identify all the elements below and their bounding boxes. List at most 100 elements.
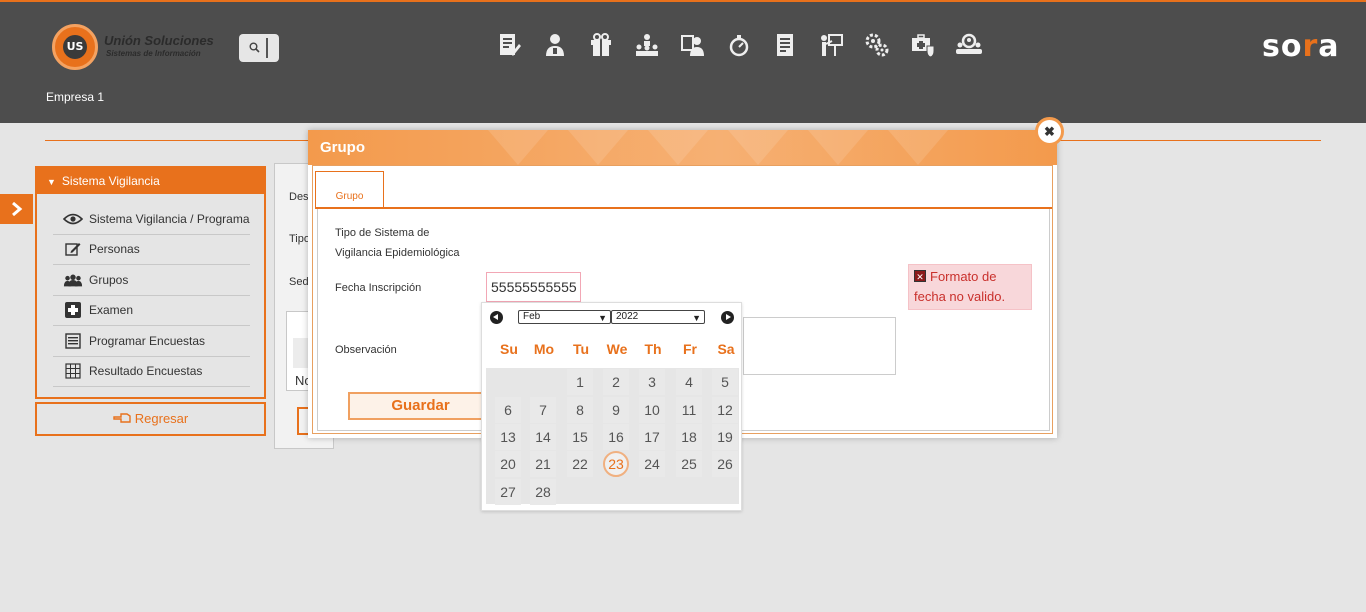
calendar-day[interactable]: 11 <box>676 397 702 423</box>
document-edit-icon[interactable] <box>492 30 526 60</box>
calendar-day[interactable]: 25 <box>676 451 702 477</box>
search-icon <box>249 42 260 53</box>
prev-month-icon[interactable] <box>490 311 503 324</box>
weekday-we: We <box>606 341 628 357</box>
edit-icon <box>63 241 83 257</box>
sidebar-item-label: Programar Encuestas <box>89 333 206 348</box>
back-button-label: Regresar <box>134 411 189 426</box>
tipo-label-line2: Vigilancia Epidemiológica <box>335 247 460 259</box>
header-decoration <box>648 130 708 165</box>
header-decoration <box>568 130 628 165</box>
datepicker: Feb ▼ 2022 ▼ Su Mo Tu We Th Fr Sa 1 2 3 4 5 6 7 8 9 10 11 1… <box>481 302 742 511</box>
top-navbar: US Unión Soluciones Sistemas de Informac… <box>0 0 1366 123</box>
gears-icon[interactable] <box>860 30 894 60</box>
sidebar-item-label: Sistema Vigilancia / Programa <box>89 211 250 226</box>
sidebar-toggle[interactable] <box>0 194 33 224</box>
calendar-day[interactable]: 8 <box>567 397 593 423</box>
chevron-down-icon: ▼ <box>692 313 701 323</box>
presentation-icon[interactable] <box>814 30 848 60</box>
sidebar-item-programar-encuestas[interactable]: Programar Encuestas <box>53 326 250 357</box>
calendar-day[interactable]: 14 <box>530 424 556 450</box>
calendar-day[interactable]: 19 <box>712 424 738 450</box>
caret-down-icon: ▼ <box>47 177 56 187</box>
calendar-day[interactable]: 7 <box>530 397 556 423</box>
weekday-fr: Fr <box>683 341 697 357</box>
observacion-textarea[interactable] <box>743 317 896 375</box>
fecha-label: Fecha Inscripción <box>335 282 422 294</box>
save-button[interactable]: Guardar <box>348 392 493 420</box>
header-decoration <box>888 130 948 165</box>
calendar-day[interactable]: 12 <box>712 397 738 423</box>
error-line1: Formato de <box>930 269 997 284</box>
error-line2: fecha no valido. <box>914 289 1006 304</box>
back-button[interactable]: Regresar <box>35 402 266 436</box>
user-edit-icon[interactable] <box>538 30 572 60</box>
sidebar-item-grupos[interactable]: Grupos <box>53 265 250 296</box>
gift-icon[interactable] <box>584 30 618 60</box>
calendar-day[interactable]: 22 <box>567 451 593 477</box>
users-icon <box>63 272 83 288</box>
fecha-inscripcion-input[interactable]: 55555555555 <box>486 272 581 302</box>
medical-cross-icon <box>63 302 83 319</box>
header-decoration <box>728 130 788 165</box>
weekday-th: Th <box>644 341 662 357</box>
calendar-day[interactable]: 27 <box>495 479 521 505</box>
calendar-day[interactable]: 24 <box>639 451 665 477</box>
close-modal-button[interactable]: ✖ <box>1035 117 1064 146</box>
calendar-day[interactable]: 20 <box>495 451 521 477</box>
calendar-day[interactable]: 28 <box>530 479 556 505</box>
calendar-day[interactable]: 16 <box>603 424 629 450</box>
company-logo[interactable]: US Unión Soluciones Sistemas de Informac… <box>52 22 222 70</box>
next-month-icon[interactable] <box>721 311 734 324</box>
list-icon <box>63 333 83 349</box>
sidebar-item-label: Personas <box>89 242 140 257</box>
sidebar-item-label: Resultado Encuestas <box>89 364 203 379</box>
calendar-day[interactable]: 10 <box>639 397 665 423</box>
weekday-tu: Tu <box>572 341 590 357</box>
org-chart-icon[interactable] <box>630 30 664 60</box>
month-select[interactable]: Feb ▼ <box>518 310 611 324</box>
header-decoration <box>808 130 868 165</box>
sidebar-menu: ▼ Sistema Vigilancia Sistema Vigilancia /… <box>35 166 266 399</box>
calendar-day[interactable]: 2 <box>603 369 629 395</box>
calendar-day[interactable]: 13 <box>495 424 521 450</box>
calendar-day[interactable]: 26 <box>712 451 738 477</box>
user-id-icon[interactable] <box>676 30 710 60</box>
year-value: 2022 <box>616 311 639 322</box>
weekday-su: Su <box>500 341 518 357</box>
bg-label-sede: Sed <box>289 276 309 288</box>
chevron-down-icon: ▼ <box>598 313 607 323</box>
search-button[interactable] <box>239 34 279 62</box>
module-icons <box>492 30 986 62</box>
calendar-day[interactable]: 4 <box>676 369 702 395</box>
calendar-day[interactable]: 3 <box>639 369 665 395</box>
calendar-day[interactable]: 9 <box>603 397 629 423</box>
sidebar-item-personas[interactable]: Personas <box>53 235 250 265</box>
date-error-message: ✕ Formato de fecha no valido. <box>908 264 1032 310</box>
report-icon[interactable] <box>768 30 802 60</box>
medical-kit-icon[interactable] <box>906 30 940 60</box>
stopwatch-icon[interactable] <box>722 30 756 60</box>
calendar-day[interactable]: 15 <box>567 424 593 450</box>
year-select[interactable]: 2022 ▼ <box>611 310 705 324</box>
eye-icon <box>63 211 83 227</box>
tab-grupo[interactable]: Grupo <box>315 171 384 209</box>
calendar-day[interactable]: 6 <box>495 397 521 423</box>
sidebar-item-resultado-encuestas[interactable]: Resultado Encuestas <box>53 357 250 387</box>
calendar-day[interactable]: 18 <box>676 424 702 450</box>
calendar-day-today[interactable]: 23 <box>603 451 629 477</box>
chevron-right-icon <box>11 201 22 217</box>
calendar-day[interactable]: 1 <box>567 369 593 395</box>
header-decoration <box>488 130 548 165</box>
bg-label-tipo: Tipo <box>289 233 310 245</box>
sidebar-item-examen[interactable]: Examen <box>53 296 250 326</box>
sidebar-item-sistema-vigilancia[interactable]: Sistema Vigilancia / Programa <box>53 204 250 235</box>
team-search-icon[interactable] <box>952 30 986 60</box>
calendar-day[interactable]: 17 <box>639 424 665 450</box>
observacion-label: Observación <box>335 344 397 356</box>
calendar-day[interactable]: 5 <box>712 369 738 395</box>
weekday-mo: Mo <box>533 341 555 357</box>
calendar-day[interactable]: 21 <box>530 451 556 477</box>
sidebar-header[interactable]: ▼ Sistema Vigilancia <box>37 168 264 194</box>
close-icon: ✖ <box>1044 124 1055 139</box>
